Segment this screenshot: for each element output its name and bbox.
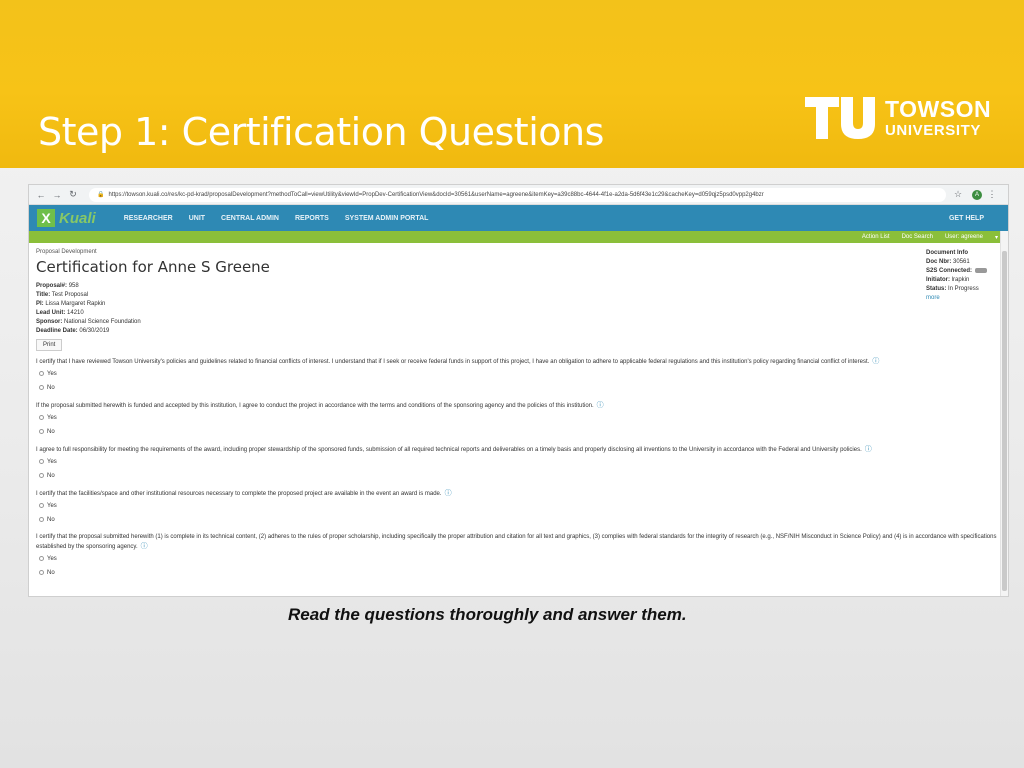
doc-status: In Progress [948, 286, 979, 292]
sub-nav-bar: Action List Doc Search User: agreene ▾ [29, 231, 1008, 243]
nav-central-admin[interactable]: CENTRAL ADMIN [221, 215, 279, 222]
radio-no[interactable]: No [36, 425, 1001, 439]
initiator: lrapkin [951, 277, 970, 283]
action-list-link[interactable]: Action List [862, 234, 890, 240]
towson-logo: TOWSON UNIVERSITY [805, 96, 991, 140]
doc-info-heading: Document Info [926, 250, 968, 256]
question-text: I certify that the proposal submitted he… [36, 534, 997, 550]
slide-header: Step 1: Certification Questions TOWSON U… [0, 0, 1024, 168]
meta-sponsor: Sponsor: National Science Foundation [36, 319, 141, 325]
radio-yes[interactable]: Yes [36, 367, 1001, 381]
radio-icon[interactable] [39, 428, 44, 434]
chevron-down-icon[interactable]: ▾ [995, 234, 998, 241]
radio-yes[interactable]: Yes [36, 455, 1001, 469]
slide-caption: Read the questions thoroughly and answer… [288, 605, 687, 624]
radio-icon[interactable] [39, 370, 44, 376]
meta-pi: PI: Lissa Margaret Rapkin [36, 301, 106, 307]
scroll-thumb[interactable] [1002, 251, 1007, 591]
meta-deadline: Deadline Date: 06/30/2019 [36, 328, 110, 334]
question-text: I certify that I have reviewed Towson Un… [36, 359, 870, 365]
radio-icon[interactable] [39, 472, 44, 478]
radio-yes[interactable]: Yes [36, 552, 1001, 566]
get-help-link[interactable]: GET HELP [949, 215, 984, 222]
radio-no[interactable]: No [36, 566, 1001, 580]
s2s-status-badge [975, 267, 988, 273]
question-text: I agree to full responsibility for meeti… [36, 447, 862, 453]
tu-logo-icon [805, 97, 875, 139]
slide-title: Step 1: Certification Questions [38, 110, 604, 154]
nav-unit[interactable]: UNIT [189, 215, 205, 222]
radio-icon[interactable] [39, 516, 44, 522]
page-content: Proposal Development Certification for A… [29, 243, 1008, 586]
kuali-logo-text: Kuali [59, 209, 96, 227]
meta-title: Title: Test Proposal [36, 292, 89, 298]
radio-yes[interactable]: Yes [36, 499, 1001, 513]
question-text: I certify that the facilities/space and … [36, 491, 442, 497]
star-icon[interactable]: ☆ [952, 189, 964, 200]
print-button[interactable]: Print [36, 339, 63, 351]
radio-icon[interactable] [39, 555, 44, 561]
breadcrumb: Proposal Development [36, 249, 97, 255]
question-3: I agree to full responsibility for meeti… [36, 445, 1001, 483]
kuali-navbar: X Kuali RESEARCHER UNIT CENTRAL ADMIN RE… [29, 205, 1008, 231]
forward-arrow-icon[interactable]: → [51, 190, 63, 200]
address-bar[interactable]: 🔒 https://towson.kuali.co/res/kc-pd-krad… [89, 187, 946, 202]
info-icon[interactable]: ⓘ [445, 490, 452, 497]
radio-no[interactable]: No [36, 513, 1001, 527]
url-text: https://towson.kuali.co/res/kc-pd-krad/p… [108, 191, 764, 198]
reload-icon[interactable]: ↻ [67, 189, 79, 200]
kuali-x-icon: X [37, 209, 55, 227]
lock-icon: 🔒 [97, 192, 105, 198]
radio-icon[interactable] [39, 458, 44, 464]
question-1: I certify that I have reviewed Towson Un… [36, 357, 1001, 395]
radio-icon[interactable] [39, 569, 44, 575]
back-arrow-icon[interactable]: ← [35, 190, 47, 200]
nav-system-admin-portal[interactable]: SYSTEM ADMIN PORTAL [345, 215, 429, 222]
radio-no[interactable]: No [36, 469, 1001, 483]
radio-icon[interactable] [39, 384, 44, 390]
nav-researcher[interactable]: RESEARCHER [124, 215, 173, 222]
logo-line-2: UNIVERSITY [885, 122, 982, 139]
logo-line-1: TOWSON [885, 96, 992, 122]
info-icon[interactable]: ⓘ [597, 402, 604, 409]
meta-proposal-number: Proposal#: 958 [36, 283, 79, 289]
document-info-panel: Document Info Doc Nbr: 30561 S2S Connect… [926, 249, 988, 303]
kuali-logo[interactable]: X Kuali [37, 209, 96, 227]
radio-yes[interactable]: Yes [36, 411, 1001, 425]
radio-icon[interactable] [39, 502, 44, 508]
info-icon[interactable]: ⓘ [872, 358, 879, 365]
vertical-scrollbar[interactable] [1000, 231, 1008, 596]
question-4: I certify that the facilities/space and … [36, 489, 1001, 527]
browser-toolbar: ← → ↻ 🔒 https://towson.kuali.co/res/kc-p… [29, 185, 1008, 205]
nav-reports[interactable]: REPORTS [295, 215, 329, 222]
user-menu[interactable]: User: agreene [945, 234, 983, 240]
info-icon[interactable]: ⓘ [141, 543, 148, 550]
kuali-screenshot: ← → ↻ 🔒 https://towson.kuali.co/res/kc-p… [28, 184, 1009, 597]
page-title: Certification for Anne S Greene [36, 258, 270, 276]
meta-lead-unit: Lead Unit: 14210 [36, 310, 84, 316]
profile-avatar[interactable]: A [972, 189, 982, 200]
doc-search-link[interactable]: Doc Search [902, 234, 933, 240]
question-text: If the proposal submitted herewith is fu… [36, 403, 594, 409]
question-5: I certify that the proposal submitted he… [36, 533, 1001, 580]
doc-number: 30561 [953, 259, 970, 265]
radio-no[interactable]: No [36, 381, 1001, 395]
menu-dots-icon[interactable]: ⋮ [986, 189, 998, 200]
info-icon[interactable]: ⓘ [865, 446, 872, 453]
question-2: If the proposal submitted herewith is fu… [36, 401, 1001, 439]
radio-icon[interactable] [39, 414, 44, 420]
more-link[interactable]: more [926, 294, 987, 303]
